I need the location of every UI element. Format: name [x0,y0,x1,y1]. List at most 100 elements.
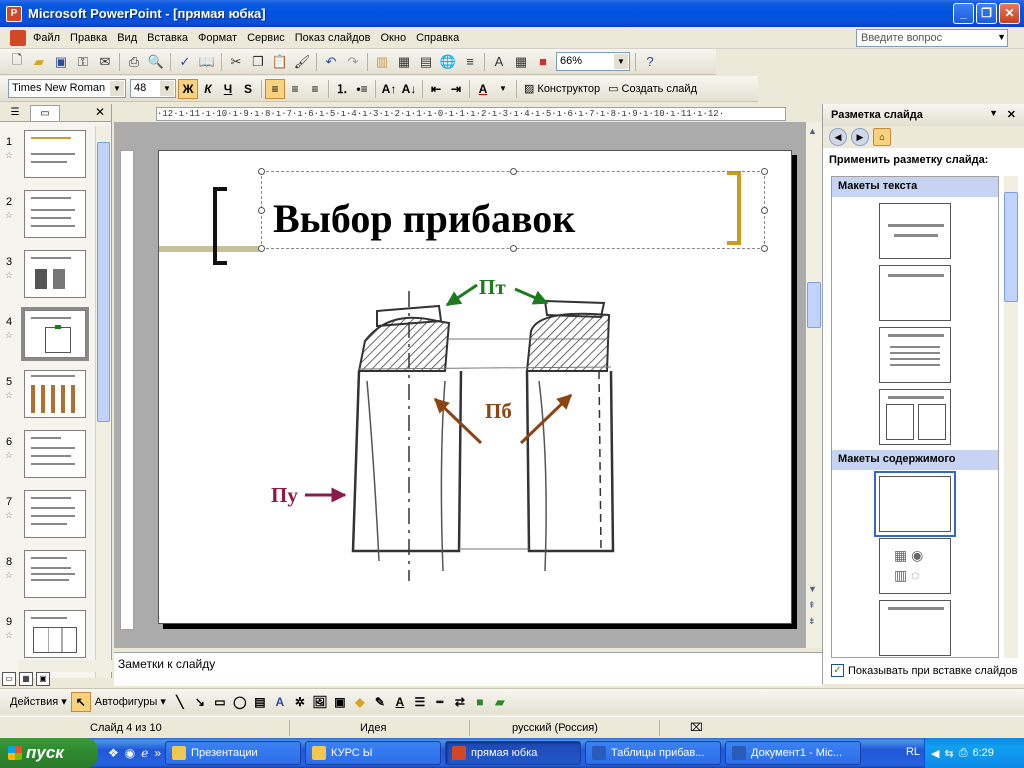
picture-icon[interactable]: ▣ [330,692,350,712]
open-folder-icon[interactable]: ▰ [28,51,50,73]
slide-thumbnail[interactable]: 7 ☆ [0,490,96,542]
maximize-button[interactable]: ❐ [976,3,997,24]
font-color-icon[interactable]: A [473,79,493,99]
slide-sorter-icon[interactable]: ▦ [19,672,33,686]
layout-content[interactable]: ▦ ◉ ▥ ◌ [879,538,951,594]
arrow-style-icon[interactable]: ⇄ [450,692,470,712]
insert-chart-icon[interactable]: ▥ [371,51,393,73]
show-formatting-icon[interactable]: A [488,51,510,73]
insert-table-icon[interactable]: ▦ [393,51,415,73]
cut-icon[interactable]: ✂ [225,51,247,73]
taskbar-item-active[interactable]: прямая юбка [445,741,582,765]
print-preview-icon[interactable]: 🔍 [145,51,167,73]
tables-borders-icon[interactable]: ▤ [415,51,437,73]
slides-pane-scrollbar[interactable] [95,126,110,678]
taskbar-item[interactable]: Таблицы прибав... [585,741,722,765]
ie-icon[interactable]: ℯ [141,746,148,760]
minimize-button[interactable]: _ [953,3,974,24]
italic-button[interactable]: К [198,79,218,99]
layout-title-text[interactable] [879,327,951,383]
printer-icon[interactable]: ⎙ [959,747,968,760]
checkmark-icon[interactable]: ✓ [831,664,844,677]
close-button[interactable]: ✕ [999,3,1020,24]
help-icon[interactable]: ? [639,51,661,73]
copy-icon[interactable]: ❐ [247,51,269,73]
home-icon[interactable]: ⌂ [873,128,891,146]
textbox-icon[interactable]: ▤ [250,692,270,712]
permission-icon[interactable]: ⚿ [72,51,94,73]
slide-thumbnail[interactable]: 5 ☆ [0,370,96,422]
zoom-select[interactable]: 66% ▼ [556,52,630,71]
slide[interactable]: Выбор прибавок Пт Пб Пу [158,150,792,624]
bullets-icon[interactable]: •≡ [352,79,372,99]
actions-menu[interactable]: Действия ▾ [6,695,71,709]
undo-icon[interactable]: ↶ [320,51,342,73]
align-left-icon[interactable]: ≡ [265,78,285,99]
slide-thumbnail[interactable]: 3 ☆ [0,250,96,302]
document-icon[interactable] [10,29,26,46]
decrease-indent-icon[interactable]: ⇤ [426,79,446,99]
arrow-icon[interactable]: ↘ [190,692,210,712]
select-pointer-icon[interactable]: ↖ [70,691,91,712]
slide-thumbnail[interactable]: 9 ☆ [0,610,96,662]
start-button[interactable]: пуск [0,738,98,768]
menu-slideshow[interactable]: Показ слайдов [290,32,376,44]
slideshow-icon[interactable]: ▣ [36,672,50,686]
powerpoint-app-icon[interactable]: P [6,5,22,22]
clipart-icon[interactable]: 🖼 [310,692,330,712]
decrease-font-icon[interactable]: A↓ [399,79,419,99]
layout-blank[interactable] [874,471,956,537]
notes-pane[interactable]: Заметки к слайду [114,652,822,686]
chevron-down-icon[interactable]: ▼ [493,79,513,99]
redo-icon[interactable]: ↷ [342,51,364,73]
align-right-icon[interactable]: ≡ [305,79,325,99]
layout-title[interactable] [879,203,951,259]
back-icon[interactable]: ◀ [829,128,847,146]
forward-icon[interactable]: ▶ [851,128,869,146]
network-icon[interactable]: ⇆ [944,747,953,760]
slides-pane-hscroll[interactable] [18,660,112,672]
menu-format[interactable]: Формат [193,32,242,44]
research-icon[interactable]: 📖 [196,51,218,73]
show-on-insert-checkbox[interactable]: ✓ Показывать при вставке слайдов [831,664,1018,677]
chevron-down-icon[interactable]: ▼ [997,32,1006,42]
designer-button[interactable]: ▨ Конструктор [520,82,604,96]
fill-color-icon[interactable]: ◆ [350,692,370,712]
layout-two-columns[interactable] [879,389,951,445]
rectangle-icon[interactable]: ▭ [210,692,230,712]
menu-file[interactable]: Файл [28,32,65,44]
menu-help[interactable]: Справка [411,32,464,44]
3d-icon[interactable]: ▰ [490,692,510,712]
grid-icon[interactable]: ▦ [510,51,532,73]
layout-title-content[interactable] [879,600,951,656]
outline-tab[interactable]: ☰ [0,105,30,121]
slide-thumbnail-selected[interactable]: 4 ☆ [0,307,96,362]
hyperlink-icon[interactable]: 🌐 [437,51,459,73]
menu-window[interactable]: Окно [376,32,412,44]
underline-button[interactable]: Ч [218,79,238,99]
slide-thumbnail[interactable]: 6 ☆ [0,430,96,482]
tray-arrow-icon[interactable]: ◀ [931,747,939,760]
menu-insert[interactable]: Вставка [142,32,193,44]
close-icon[interactable]: ✕ [1007,108,1016,121]
print-icon[interactable]: ⎙ [123,51,145,73]
diagram-icon[interactable]: ✲ [290,692,310,712]
media-icon[interactable]: ◉ [125,746,135,760]
language-indicator[interactable]: RL [906,746,920,758]
line-icon[interactable]: ╲ [170,692,190,712]
dash-style-icon[interactable]: ┅ [430,692,450,712]
menu-tools[interactable]: Сервис [242,32,290,44]
line-color-icon[interactable]: ✎ [370,692,390,712]
taskbar-item[interactable]: КУРС Ы [305,741,442,765]
font-name-select[interactable]: Times New Roman ▼ [8,79,126,98]
help-search-input[interactable]: Введите вопрос [856,29,1008,47]
taskbar-item[interactable]: Презентации [165,741,302,765]
chevron-right-icon[interactable]: » [154,746,161,760]
autoshapes-menu[interactable]: Автофигуры ▾ [91,695,170,709]
shadow-button[interactable]: S [238,79,258,99]
format-painter-icon[interactable]: 🖌 [291,51,313,73]
save-icon[interactable]: ▣ [50,51,72,73]
shadow-icon[interactable]: ■ [470,692,490,712]
layout-title-only[interactable] [879,265,951,321]
line-style-icon[interactable]: ☰ [410,692,430,712]
